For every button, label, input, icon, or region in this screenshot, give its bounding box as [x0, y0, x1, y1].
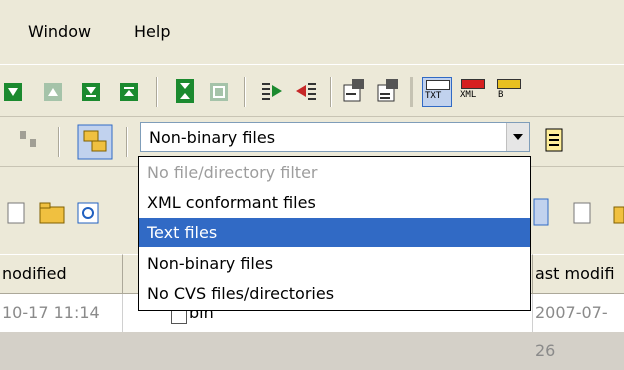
binary-view-button[interactable]: B	[494, 77, 524, 107]
toolbar-navigation: TXT XML B	[0, 64, 624, 117]
dropdown-option-no-filter: No file/directory filter	[147, 163, 318, 182]
next-conflict-icon[interactable]	[176, 79, 194, 103]
text-compare-icon[interactable]	[377, 79, 398, 102]
dropdown-option-no-cvs[interactable]: No CVS files/directories	[139, 279, 530, 308]
filter-selected-value: Non-binary files	[149, 128, 276, 147]
prev-diff-icon[interactable]	[44, 83, 62, 101]
menu-bar: Window Help	[0, 0, 624, 64]
filter-edit-icon[interactable]	[540, 125, 570, 157]
txt-view-button[interactable]: TXT	[422, 77, 452, 107]
binary-view-icon	[497, 79, 521, 89]
options-icon[interactable]	[343, 79, 364, 102]
next-diff-icon[interactable]	[4, 83, 22, 101]
txt-view-icon	[426, 80, 450, 90]
file-icon[interactable]	[7, 202, 25, 224]
folder-compare-icon[interactable]	[77, 124, 113, 160]
txt-label: TXT	[425, 91, 442, 101]
last-diff-icon[interactable]	[82, 83, 100, 101]
b-label: B	[498, 90, 504, 100]
cell-modified-right: 2007-07-26	[532, 294, 624, 360]
sync-scroll-icon[interactable]	[20, 131, 36, 147]
cell-modified-left: 10-17 11:14	[0, 294, 124, 332]
copy-right-icon[interactable]	[262, 83, 282, 100]
column-header-modified-left[interactable]: nodified	[0, 254, 122, 294]
chevron-down-icon[interactable]	[506, 123, 529, 151]
dropdown-option-xml-conformant[interactable]: XML conformant files	[139, 188, 530, 217]
toolbar-directory-right-icons	[533, 198, 624, 226]
column-header-modified-right[interactable]: ast modifi	[532, 254, 624, 294]
toolbar-directory-icons	[7, 202, 99, 224]
first-diff-icon[interactable]	[120, 83, 138, 101]
xml-view-icon	[461, 79, 485, 89]
filter-dropdown-list: No file/directory filter XML conformant …	[138, 156, 531, 311]
menu-window[interactable]: Window	[28, 22, 91, 41]
refresh-icon[interactable]	[77, 202, 99, 224]
copy-left-icon[interactable]	[296, 83, 316, 100]
xml-label: XML	[460, 90, 477, 100]
toolbar-filter-icons	[20, 124, 128, 160]
prev-conflict-icon[interactable]	[210, 83, 228, 101]
open-folder-icon[interactable]	[39, 202, 65, 224]
menu-help[interactable]: Help	[134, 22, 170, 41]
dropdown-option-non-binary[interactable]: Non-binary files	[139, 249, 530, 278]
xml-view-button[interactable]: XML	[458, 77, 488, 107]
toolbar-navigation-icons	[4, 77, 413, 107]
filter-combobox[interactable]: Non-binary files	[140, 122, 530, 152]
dropdown-option-text-files[interactable]: Text files	[139, 218, 530, 247]
file-icon-right[interactable]	[573, 202, 591, 224]
